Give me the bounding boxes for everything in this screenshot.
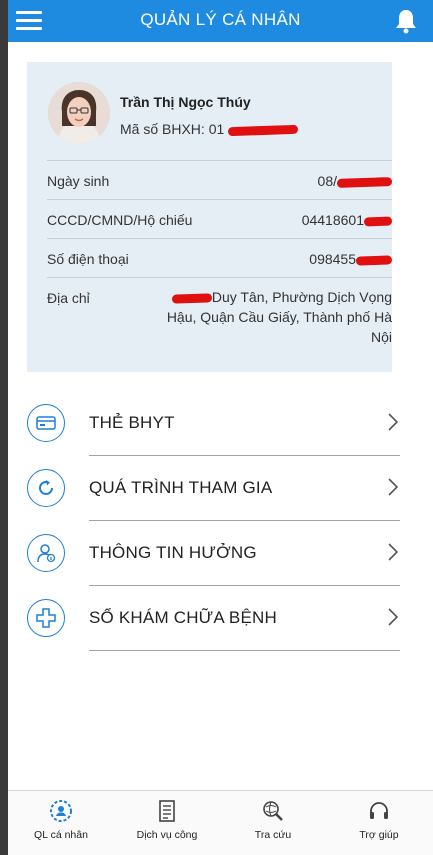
medical-cross-icon xyxy=(27,599,65,637)
tab-dich-vu-cong[interactable]: Dịch vụ công xyxy=(114,791,220,855)
menu-item-so-kham-chua-benh[interactable]: SỔ KHÁM CHỮA BỆNH xyxy=(27,586,400,651)
bottom-tab-bar: QL cá nhân Dịch vụ công Tra cứu Trợ giúp xyxy=(8,790,433,855)
page-title: QUẢN LÝ CÁ NHÂN xyxy=(140,10,301,29)
menu-item-label: SỔ KHÁM CHỮA BỆNH xyxy=(89,608,277,627)
headset-icon xyxy=(367,799,391,823)
user-gear-icon xyxy=(49,799,73,823)
menu-item-the-bhyt[interactable]: THẺ BHYT xyxy=(27,391,400,456)
refresh-arrow-icon xyxy=(27,469,65,507)
app-screen: QUẢN LÝ CÁ NHÂN Trần Thị Ngọc Thúy Mã số xyxy=(8,0,433,855)
app-header: QUẢN LÝ CÁ NHÂN xyxy=(8,0,433,42)
bhxh-value: 01 xyxy=(208,121,225,137)
menu-item-label: THÔNG TIN HƯỞNG xyxy=(89,543,257,562)
redaction-mark xyxy=(228,124,299,137)
menu-item-qua-trinh[interactable]: QUÁ TRÌNH THAM GIA xyxy=(27,456,400,521)
tab-tro-giup[interactable]: Trợ giúp xyxy=(326,791,432,855)
divider xyxy=(89,650,400,651)
tab-ql-ca-nhan[interactable]: QL cá nhân xyxy=(8,791,114,855)
field-row-id: CCCD/CMND/Hộ chiếu 04418601 xyxy=(47,199,393,238)
menu-item-label: QUÁ TRÌNH THAM GIA xyxy=(89,478,273,497)
field-row-phone: Số điện thoại 098455 xyxy=(47,238,393,277)
tab-tra-cuu[interactable]: Tra cứu xyxy=(220,791,326,855)
tab-label: Dịch vụ công xyxy=(136,829,198,841)
field-value: 04418601 xyxy=(302,212,393,228)
field-value: 08/ xyxy=(318,173,393,189)
tab-label: Trợ giúp xyxy=(359,829,399,841)
chevron-right-icon xyxy=(386,606,400,628)
field-value: Duy Tân, Phường Dịch Vọng Hậu, Quận Cầu … xyxy=(166,289,392,345)
field-value: 098455 xyxy=(309,251,393,267)
avatar xyxy=(48,82,110,144)
profile-card: Trần Thị Ngọc Thúy Mã số BHXH: 01 Ngày s… xyxy=(27,62,393,372)
card-icon xyxy=(27,404,65,442)
search-globe-icon xyxy=(261,799,285,823)
field-label: Số điện thoại xyxy=(47,251,129,267)
field-label: Ngày sinh xyxy=(47,173,110,189)
menu-item-thong-tin-huong[interactable]: THÔNG TIN HƯỞNG xyxy=(27,521,400,586)
chevron-right-icon xyxy=(386,476,400,498)
document-icon xyxy=(155,799,179,823)
bhxh-label: Mã số BHXH: xyxy=(120,121,205,137)
field-row-birthdate: Ngày sinh 08/ xyxy=(47,160,393,199)
profile-name: Trần Thị Ngọc Thúy xyxy=(120,94,251,110)
field-label: CCCD/CMND/Hộ chiếu xyxy=(47,212,193,228)
bell-icon[interactable] xyxy=(391,6,421,36)
menu-item-label: THẺ BHYT xyxy=(89,413,175,432)
bhxh-number: Mã số BHXH: 01 xyxy=(120,121,299,137)
chevron-right-icon xyxy=(386,411,400,433)
user-info-icon xyxy=(27,534,65,572)
field-row-address: Địa chỉ Duy Tân, Phường Dịch Vọng Hậu, Q… xyxy=(47,277,392,357)
tab-label: Tra cứu xyxy=(254,829,292,841)
tab-label: QL cá nhân xyxy=(34,829,88,841)
field-label: Địa chỉ xyxy=(47,290,90,306)
chevron-right-icon xyxy=(386,541,400,563)
